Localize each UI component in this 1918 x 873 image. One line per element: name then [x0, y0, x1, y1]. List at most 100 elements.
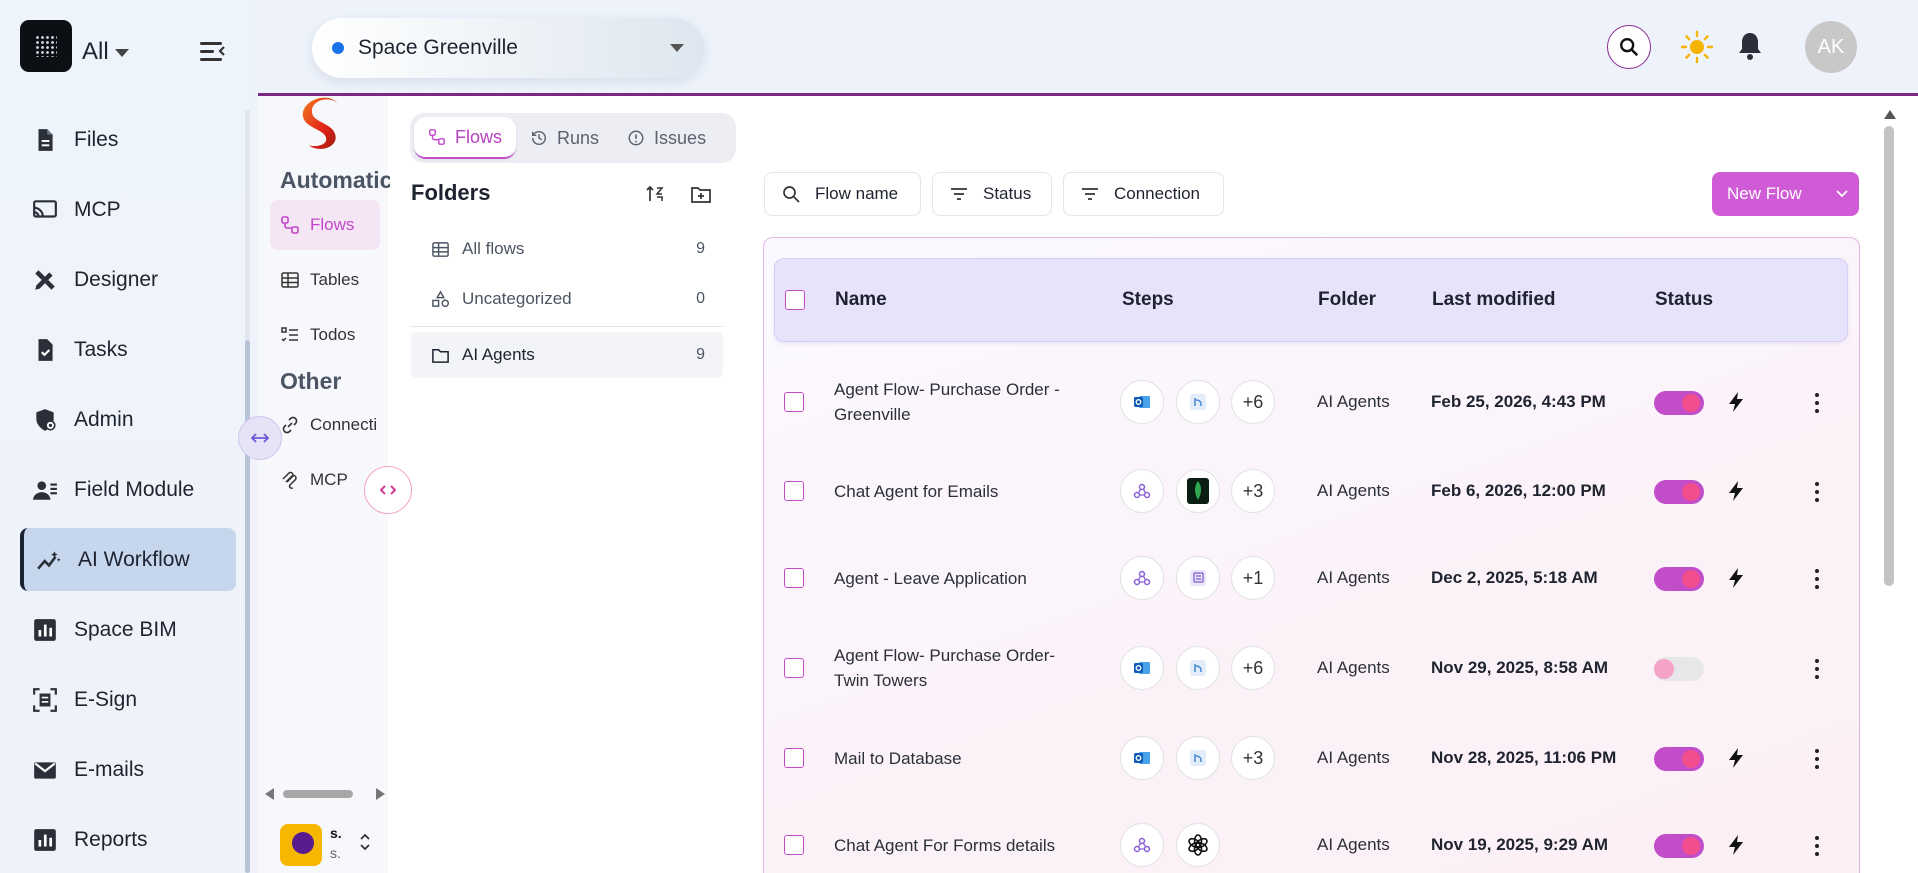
status-toggle[interactable] — [1654, 567, 1704, 591]
sort-icon[interactable] — [645, 184, 665, 204]
flow-name[interactable]: Agent - Leave Application — [834, 566, 1084, 591]
sidebar-toggle-button[interactable] — [364, 466, 412, 514]
header-last-modified[interactable]: Last modified — [1432, 289, 1556, 311]
app-nav-mcp[interactable]: MCP — [270, 455, 380, 505]
scroll-left-icon[interactable] — [265, 788, 274, 800]
row-checkbox[interactable] — [784, 568, 804, 588]
nav-tasks[interactable]: Tasks — [20, 318, 236, 381]
main-vertical-scrollbar[interactable] — [1882, 110, 1896, 873]
workspace-selector[interactable]: All — [82, 38, 129, 66]
sun-icon[interactable] — [1680, 30, 1714, 64]
folder-ai-agents[interactable]: AI Agents 9 — [411, 332, 723, 378]
flow-name[interactable]: Chat Agent for Emails — [834, 479, 1084, 504]
filter-connection[interactable]: Connection — [1063, 172, 1224, 216]
scrollbar-thumb[interactable] — [283, 790, 353, 798]
more-steps-badge[interactable]: +6 — [1231, 380, 1275, 424]
app-sidebar-hscroll[interactable] — [265, 785, 385, 801]
folder-add-icon[interactable] — [690, 183, 712, 205]
flow-name[interactable]: Chat Agent For Forms details — [834, 833, 1084, 858]
more-vertical-icon[interactable] — [1814, 569, 1820, 589]
status-toggle[interactable] — [1654, 657, 1704, 681]
row-checkbox[interactable] — [784, 481, 804, 501]
app-grid-logo[interactable] — [20, 20, 72, 72]
nav-e-sign[interactable]: E-Sign — [20, 668, 236, 731]
new-flow-button[interactable]: New Flow — [1712, 172, 1859, 216]
filter-status[interactable]: Status — [932, 172, 1052, 216]
more-steps-badge[interactable]: +3 — [1231, 736, 1275, 780]
ai-agent-icon — [1120, 556, 1164, 600]
flow-modified: Feb 6, 2026, 12:00 PM — [1431, 481, 1606, 500]
more-vertical-icon[interactable] — [1814, 659, 1820, 679]
header-name[interactable]: Name — [835, 289, 887, 311]
tab-issues[interactable]: Issues — [613, 117, 720, 159]
app-nav-connections[interactable]: Connecti — [270, 400, 380, 450]
more-vertical-icon[interactable] — [1814, 482, 1820, 502]
table-row[interactable]: Mail to Database +3 AI Agents Nov 28, 20… — [764, 720, 1861, 800]
filter-lines-icon — [1082, 188, 1098, 200]
row-checkbox[interactable] — [784, 392, 804, 412]
lightning-icon — [1729, 481, 1743, 501]
caret-down-icon — [670, 44, 684, 52]
caret-down-icon — [114, 49, 129, 57]
table-row[interactable]: Agent - Leave Application +1 AI Agents D… — [764, 540, 1861, 620]
scrollbar-thumb[interactable] — [1884, 126, 1894, 586]
flow-name[interactable]: Mail to Database — [834, 746, 1084, 771]
folder-uncategorized[interactable]: Uncategorized 0 — [411, 276, 723, 322]
app-nav-todos[interactable]: Todos — [270, 310, 380, 360]
space-selector[interactable]: Space Greenville — [312, 18, 704, 78]
table-row[interactable]: Agent Flow- Purchase Order - Greenville … — [764, 363, 1861, 443]
flow-name[interactable]: Agent Flow- Purchase Order - Greenville — [834, 377, 1084, 427]
folder-all-flows[interactable]: All flows 9 — [411, 226, 723, 272]
flow-folder: AI Agents — [1317, 568, 1390, 587]
table-row[interactable]: Agent Flow- Purchase Order- Twin Towers … — [764, 630, 1861, 710]
filter-label: Status — [983, 184, 1032, 203]
sidebar-scrollbar[interactable] — [245, 110, 250, 873]
flow-folder: AI Agents — [1317, 748, 1390, 767]
flow-folder: AI Agents — [1317, 392, 1390, 411]
row-checkbox[interactable] — [784, 748, 804, 768]
more-steps-badge[interactable]: +6 — [1231, 646, 1275, 690]
app-nav-tables[interactable]: Tables — [270, 255, 380, 305]
status-toggle[interactable] — [1654, 480, 1704, 504]
nav-space-bim[interactable]: Space BIM — [20, 598, 236, 661]
table-row[interactable]: Chat Agent For Forms details AI Agents N… — [764, 807, 1861, 873]
filter-flow-name[interactable]: Flow name — [764, 172, 921, 216]
mail-icon — [34, 761, 56, 779]
status-toggle[interactable] — [1654, 834, 1704, 858]
ai-agent-icon — [1120, 469, 1164, 513]
scroll-right-icon[interactable] — [376, 788, 385, 800]
app-nav-flows[interactable]: Flows — [270, 200, 380, 250]
tab-runs[interactable]: Runs — [516, 117, 613, 159]
chevron-down-icon[interactable] — [1835, 186, 1849, 200]
flow-folder: AI Agents — [1317, 658, 1390, 677]
nav-ai-workflow[interactable]: AI Workflow — [20, 528, 236, 591]
bell-icon[interactable] — [1735, 30, 1765, 62]
tab-flows[interactable]: Flows — [414, 117, 517, 159]
nav-files[interactable]: Files — [20, 108, 236, 171]
nav-mcp[interactable]: MCP — [20, 178, 236, 241]
nav-e-mails[interactable]: E-mails — [20, 738, 236, 801]
more-vertical-icon[interactable] — [1814, 836, 1820, 856]
table-row[interactable]: Chat Agent for Emails +3 AI Agents Feb 6… — [764, 452, 1861, 532]
row-checkbox[interactable] — [784, 835, 804, 855]
user-switcher[interactable]: s. s. — [278, 820, 373, 870]
flow-name[interactable]: Agent Flow- Purchase Order- Twin Towers — [834, 643, 1084, 693]
user-sub: s. — [330, 845, 341, 861]
status-toggle[interactable] — [1654, 391, 1704, 415]
sidebar-collapse-icon[interactable] — [200, 40, 226, 62]
row-checkbox[interactable] — [784, 658, 804, 678]
select-all-checkbox[interactable] — [785, 290, 805, 310]
more-vertical-icon[interactable] — [1814, 749, 1820, 769]
search-button[interactable] — [1607, 25, 1651, 69]
nav-reports[interactable]: Reports — [20, 808, 236, 871]
user-avatar[interactable]: AK — [1805, 21, 1857, 73]
scroll-up-icon[interactable] — [1884, 110, 1896, 119]
more-steps-badge[interactable]: +3 — [1231, 469, 1275, 513]
status-toggle[interactable] — [1654, 747, 1704, 771]
nav-admin[interactable]: Admin — [20, 388, 236, 451]
more-vertical-icon[interactable] — [1814, 393, 1820, 413]
nav-designer[interactable]: Designer — [20, 248, 236, 311]
nav-field-module[interactable]: Field Module — [20, 458, 236, 521]
panel-resize-handle[interactable] — [238, 416, 282, 460]
more-steps-badge[interactable]: +1 — [1231, 556, 1275, 600]
